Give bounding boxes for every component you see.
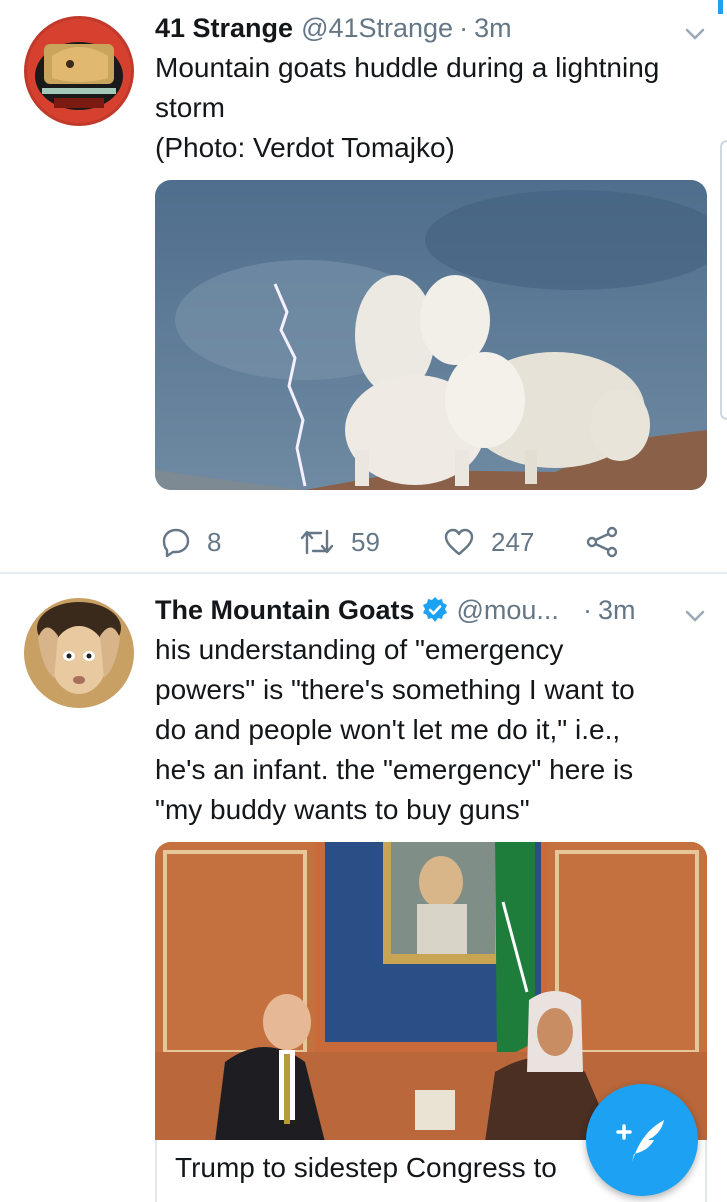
tweet-text-line: storm (155, 92, 225, 123)
reply-count: 8 (207, 526, 222, 557)
reply-action[interactable]: 8 (161, 516, 221, 568)
tweet-photo[interactable] (155, 180, 707, 490)
chevron-down-icon[interactable] (681, 602, 709, 630)
chevron-down-icon[interactable] (681, 20, 709, 48)
author-handle[interactable]: @41Strange (301, 13, 453, 44)
verified-badge-icon (422, 597, 447, 622)
tweet-header: 41 Strange @41Strange · 3m (155, 10, 512, 46)
share-action[interactable] (585, 516, 635, 568)
tweet-text-line: Mountain goats huddle during a lightning (155, 52, 660, 83)
tweet[interactable]: 41 Strange @41Strange · 3m Mountain goat… (0, 10, 727, 570)
like-action[interactable]: 247 (443, 516, 534, 568)
tweet-divider (0, 572, 727, 574)
timestamp[interactable]: 3m (474, 13, 512, 44)
timestamp[interactable]: 3m (598, 595, 636, 626)
reply-icon (162, 528, 190, 557)
tweet-text-line: his understanding of "emergency (155, 634, 564, 665)
compose-tweet-icon (616, 1120, 664, 1162)
author-name[interactable]: The Mountain Goats (155, 595, 415, 626)
tweet-text-line: (Photo: Verdot Tomajko) (155, 132, 455, 163)
tweet-text: his understanding of "emergency powers" … (155, 630, 715, 830)
like-count: 247 (491, 526, 535, 557)
author-name[interactable]: 41 Strange (155, 13, 293, 44)
tweet-text-line: do and people won't let me do it," i.e., (155, 714, 621, 745)
tweet-text-line: powers" is "there's something I want to (155, 674, 635, 705)
tweet-header: The Mountain Goats @mou... · 3m (155, 592, 635, 628)
author-handle[interactable]: @mou... (457, 595, 559, 626)
avatar[interactable] (24, 598, 134, 708)
heart-icon (444, 528, 474, 556)
tweet-actions: 8 59 247 (155, 516, 635, 568)
avatar[interactable] (24, 16, 134, 126)
separator-dot: · (582, 594, 592, 625)
separator-dot: · (459, 12, 469, 43)
tweet-text: Mountain goats huddle during a lightning… (155, 48, 715, 168)
retweet-count: 59 (351, 526, 380, 557)
share-icon (586, 526, 618, 558)
tweet-text-line: "my buddy wants to buy guns" (155, 794, 530, 825)
tweet-text-line: he's an infant. the "emergency" here is (155, 754, 634, 785)
compose-tweet-button[interactable] (586, 1084, 698, 1196)
retweet-action[interactable]: 59 (299, 516, 380, 568)
retweet-icon (300, 529, 334, 555)
